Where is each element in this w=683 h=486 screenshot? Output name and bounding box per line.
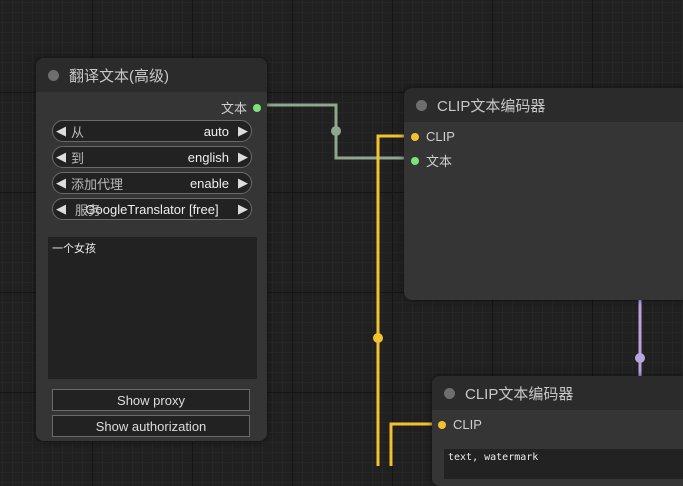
node-collapse-dot[interactable] [444,387,455,399]
clip-text-encoder-node-2[interactable]: CLIP文本编码器 CLIP text, watermark [432,376,683,486]
show-proxy-button[interactable]: Show proxy [52,389,250,411]
clip-node-2-header[interactable]: CLIP文本编码器 [432,376,683,410]
arrow-left-icon[interactable]: ◀ [53,175,69,191]
add-proxy-combo[interactable]: ◀ 添加代理 enable ▶ [52,172,252,194]
arrow-right-icon[interactable]: ▶ [235,123,251,139]
clip-node-2-title: CLIP文本编码器 [465,385,574,403]
output-slot-text[interactable]: 文本 [221,98,261,117]
translate-node-title: 翻译文本(高级) [69,67,169,85]
clip-link-reroute-dot[interactable] [373,333,383,343]
clip-node-1-header[interactable]: CLIP文本编码器 [404,88,683,122]
clip-node-1-title: CLIP文本编码器 [437,97,546,115]
input-pin-text[interactable] [411,156,419,165]
arrow-left-icon[interactable]: ◀ [53,123,69,139]
arrow-left-icon[interactable]: ◀ [53,149,69,165]
to-language-combo[interactable]: ◀ 到 english ▶ [52,146,252,168]
widget-label: 从 [71,124,85,140]
widget-label: 添加代理 [71,176,124,192]
output-pin[interactable] [253,103,261,112]
widget-value: auto [203,123,229,139]
widget-value: enable [189,175,229,191]
node-collapse-dot[interactable] [416,99,427,111]
widget-label: 到 [71,150,85,166]
arrow-right-icon[interactable]: ▶ [235,201,251,217]
input-pin-clip[interactable] [411,132,419,141]
translate-node-header[interactable]: 翻译文本(高级) [36,58,267,92]
text-link-reroute-dot[interactable] [331,126,341,136]
widget-label: 服务 [75,202,102,218]
service-combo[interactable]: ◀ 服务 GoogleTranslator [free] ▶ [52,198,252,220]
input-label: 文本 [426,154,453,169]
output-label: 文本 [220,101,247,116]
input-slot-text[interactable]: 文本 [411,151,452,170]
translate-text-node[interactable]: 翻译文本(高级) 文本 ◀ 从 auto ▶ ◀ 到 english ▶ ◀ 添… [36,58,267,441]
prompt-text-input[interactable]: text, watermark [444,449,683,479]
widget-value: english [187,149,229,165]
arrow-left-icon[interactable]: ◀ [53,201,69,217]
source-text-input[interactable]: 一个女孩 [48,237,257,379]
input-slot-clip[interactable]: CLIP [411,129,455,144]
input-label: CLIP [453,417,482,432]
input-pin-clip[interactable] [438,420,446,429]
input-label: CLIP [426,129,455,144]
arrow-right-icon[interactable]: ▶ [235,149,251,165]
show-authorization-button[interactable]: Show authorization [52,415,250,437]
node-collapse-dot[interactable] [48,69,59,81]
from-language-combo[interactable]: ◀ 从 auto ▶ [52,120,252,142]
conditioning-link-reroute-dot[interactable] [635,353,645,363]
input-slot-clip[interactable]: CLIP [438,417,482,432]
arrow-right-icon[interactable]: ▶ [235,175,251,191]
clip-text-encoder-node-1[interactable]: CLIP文本编码器 CLIP 文本 [404,88,683,300]
